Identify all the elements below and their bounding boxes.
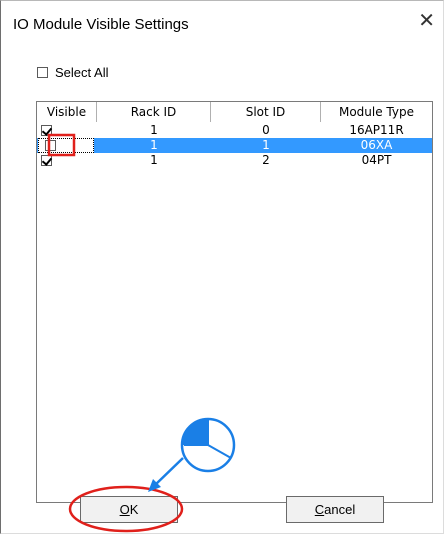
io-module-visible-settings-dialog: IO Module Visible Settings ✕ Select All … <box>0 0 444 534</box>
ok-highlight-ellipse <box>68 485 184 533</box>
checkbox-highlight-box <box>47 133 76 157</box>
pointer-arrow-icon <box>148 457 184 492</box>
mouse-left-click-icon <box>180 417 236 473</box>
annotation-overlay <box>47 133 236 533</box>
